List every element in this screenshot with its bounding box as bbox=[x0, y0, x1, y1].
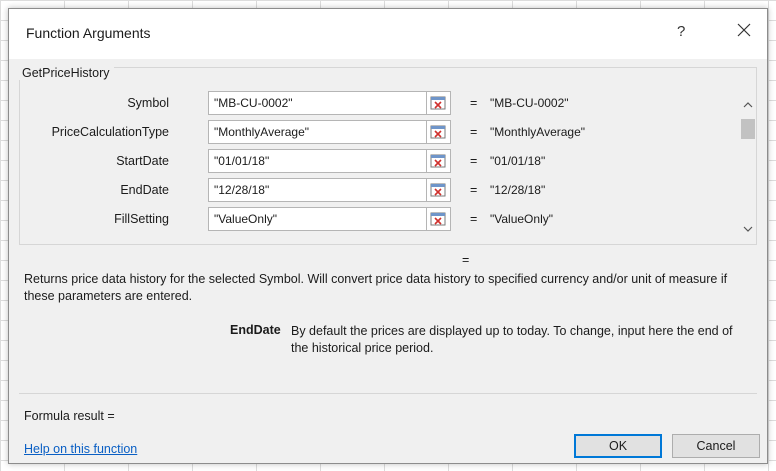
collapse-dialog-icon bbox=[430, 154, 446, 168]
chevron-up-icon bbox=[743, 102, 753, 108]
divider bbox=[19, 393, 757, 394]
end-date-input[interactable]: "12/28/18" bbox=[208, 178, 427, 202]
collapse-dialog-icon bbox=[430, 183, 446, 197]
equals-sign: = bbox=[470, 96, 478, 110]
argument-value: "ValueOnly" bbox=[490, 212, 553, 226]
argument-row-start-date: StartDate "01/01/18" = "01/01/18" bbox=[9, 149, 749, 175]
chevron-down-icon bbox=[743, 226, 753, 232]
argument-row-end-date: EndDate "12/28/18" = "12/28/18" bbox=[9, 178, 749, 204]
start-date-input[interactable]: "01/01/18" bbox=[208, 149, 427, 173]
collapse-dialog-icon bbox=[430, 96, 446, 110]
function-description: Returns price data history for the selec… bbox=[24, 272, 728, 303]
argument-label: PriceCalculationType bbox=[51, 125, 169, 139]
collapse-dialog-button[interactable] bbox=[427, 120, 451, 144]
collapse-dialog-button[interactable] bbox=[427, 149, 451, 173]
argument-label: StartDate bbox=[116, 154, 169, 168]
help-button[interactable]: ? bbox=[677, 23, 685, 40]
ok-button[interactable]: OK bbox=[574, 434, 662, 458]
collapse-dialog-button[interactable] bbox=[427, 207, 451, 231]
collapse-dialog-button[interactable] bbox=[427, 91, 451, 115]
argument-label: EndDate bbox=[120, 183, 169, 197]
argument-label: FillSetting bbox=[114, 212, 169, 226]
formula-result-label: Formula result = bbox=[24, 409, 115, 423]
close-button[interactable] bbox=[733, 19, 755, 41]
function-name: GetPriceHistory bbox=[18, 66, 114, 80]
argument-row-symbol: Symbol "MB-CU-0002" = "MB-CU-0002" bbox=[9, 91, 749, 117]
collapse-dialog-button[interactable] bbox=[427, 178, 451, 202]
dialog-title: Function Arguments bbox=[26, 25, 151, 41]
cancel-button[interactable]: Cancel bbox=[672, 434, 760, 458]
selected-parameter-name: EndDate bbox=[230, 323, 281, 337]
equals-sign: = bbox=[470, 154, 478, 168]
function-arguments-dialog: Function Arguments ? GetPriceHistory Sym… bbox=[8, 8, 768, 464]
argument-value: "01/01/18" bbox=[490, 154, 546, 168]
argument-value: "MB-CU-0002" bbox=[490, 96, 569, 110]
symbol-input[interactable]: "MB-CU-0002" bbox=[208, 91, 427, 115]
scroll-thumb[interactable] bbox=[741, 119, 755, 139]
fill-setting-input[interactable]: "ValueOnly" bbox=[208, 207, 427, 231]
equals-sign: = bbox=[470, 212, 478, 226]
argument-value: "12/28/18" bbox=[490, 183, 546, 197]
close-icon bbox=[737, 23, 751, 37]
equals-sign: = bbox=[470, 183, 478, 197]
equals-sign: = bbox=[470, 125, 478, 139]
price-calculation-type-input[interactable]: "MonthlyAverage" bbox=[208, 120, 427, 144]
function-result-equals: = bbox=[462, 253, 470, 267]
title-bar: Function Arguments ? bbox=[9, 9, 767, 59]
collapse-dialog-icon bbox=[430, 212, 446, 226]
collapse-dialog-icon bbox=[430, 125, 446, 139]
selected-parameter-description: By default the prices are displayed up t… bbox=[291, 324, 733, 355]
argument-row-price-calculation-type: PriceCalculationType "MonthlyAverage" = … bbox=[9, 120, 749, 146]
scroll-up-button[interactable] bbox=[739, 97, 757, 113]
argument-value: "MonthlyAverage" bbox=[490, 125, 586, 139]
argument-row-fill-setting: FillSetting "ValueOnly" = "ValueOnly" bbox=[9, 207, 749, 233]
argument-label: Symbol bbox=[127, 96, 169, 110]
help-on-function-link[interactable]: Help on this function bbox=[24, 442, 137, 456]
scroll-down-button[interactable] bbox=[739, 221, 757, 237]
arguments-scrollbar[interactable] bbox=[739, 91, 757, 241]
